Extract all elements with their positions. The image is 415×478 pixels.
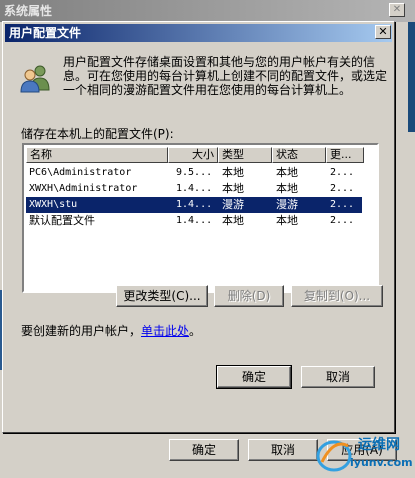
dialog-title: 用户配置文件 [5, 24, 392, 42]
click-here-link[interactable]: 单击此处 [141, 324, 189, 338]
profile-type: 本地 [222, 166, 244, 179]
watermark-url: iyunv.com [350, 456, 413, 469]
profile-type: 本地 [222, 214, 244, 227]
profile-type: 漫游 [222, 198, 244, 211]
profile-status: 漫游 [276, 198, 298, 211]
profile-status: 本地 [276, 166, 298, 179]
watermark-name: 运维网 [358, 437, 400, 453]
system-properties-cancel-button[interactable]: 取消 [248, 439, 318, 461]
profile-modified: 2... [330, 167, 355, 178]
site-watermark: 运维网 iyunv.com [310, 428, 415, 478]
profile-row-selected[interactable]: XWXH\stu 1.4... 漫游 漫游 2... [26, 197, 362, 213]
profile-row[interactable]: XWXH\Administrator 1.4... 本地 本地 2... [26, 181, 362, 197]
profile-modified: 2... [330, 199, 355, 210]
column-header-name[interactable]: 名称 [26, 147, 168, 163]
close-icon: ✕ [392, 4, 402, 15]
profile-size: 1.4... [176, 215, 213, 226]
system-properties-title: 系统属性 [0, 0, 415, 22]
stored-profiles-label: 储存在本机上的配置文件(P): [21, 127, 174, 141]
profile-row[interactable]: PC6\Administrator 9.5... 本地 本地 2... [26, 165, 362, 181]
column-header-size[interactable]: 大小 [168, 147, 218, 163]
profiles-list[interactable]: 名称 大小 类型 状态 更... PC6\Administrator 9.5..… [22, 143, 379, 293]
watermark-logo-icon [316, 440, 352, 472]
profile-status: 本地 [276, 214, 298, 227]
column-header-type[interactable]: 类型 [218, 147, 272, 163]
profile-size: 1.4... [176, 183, 213, 194]
close-icon: ✕ [378, 25, 388, 38]
users-icon [20, 65, 50, 93]
profile-status: 本地 [276, 182, 298, 195]
copy-to-button[interactable]: 复制到(O)... [291, 285, 383, 307]
create-account-text: 要创建新的用户帐户，单击此处。 [21, 322, 201, 339]
profile-size: 1.4... [176, 199, 213, 210]
ok-button[interactable]: 确定 [216, 365, 292, 389]
profile-name: XWXH\stu [29, 199, 78, 210]
dialog-close-button[interactable]: ✕ [375, 25, 391, 39]
profile-row[interactable]: 默认配置文件 1.4... 本地 本地 2... [26, 213, 362, 229]
profile-modified: 2... [330, 215, 355, 226]
profile-modified: 2... [330, 183, 355, 194]
profile-name: 默认配置文件 [29, 214, 95, 227]
cancel-button[interactable]: 取消 [301, 366, 375, 388]
delete-button[interactable]: 删除(D) [214, 285, 284, 307]
profile-name: XWXH\Administrator [29, 183, 138, 194]
profile-name: PC6\Administrator [29, 167, 132, 178]
column-header-modified[interactable]: 更... [326, 147, 364, 163]
system-properties-ok-button[interactable]: 确定 [169, 439, 239, 461]
profile-type: 本地 [222, 182, 244, 195]
system-properties-close-button[interactable]: ✕ [389, 3, 405, 17]
profiles-list-header: 名称 大小 类型 状态 更... [26, 147, 364, 163]
profile-size: 9.5... [176, 167, 213, 178]
user-profiles-dialog: 用户配置文件 ✕ 用户配置文件存储桌面设置和其他与您的用户帐户有关的信息。可在您… [2, 21, 395, 433]
create-account-suffix: 。 [189, 324, 202, 338]
dialog-description: 用户配置文件存储桌面设置和其他与您的用户帐户有关的信息。可在您使用的每台计算机上… [63, 55, 388, 97]
change-type-button[interactable]: 更改类型(C)... [116, 285, 208, 307]
background-edge [408, 22, 415, 132]
column-header-status[interactable]: 状态 [272, 147, 326, 163]
create-account-prefix: 要创建新的用户帐户， [21, 324, 142, 338]
